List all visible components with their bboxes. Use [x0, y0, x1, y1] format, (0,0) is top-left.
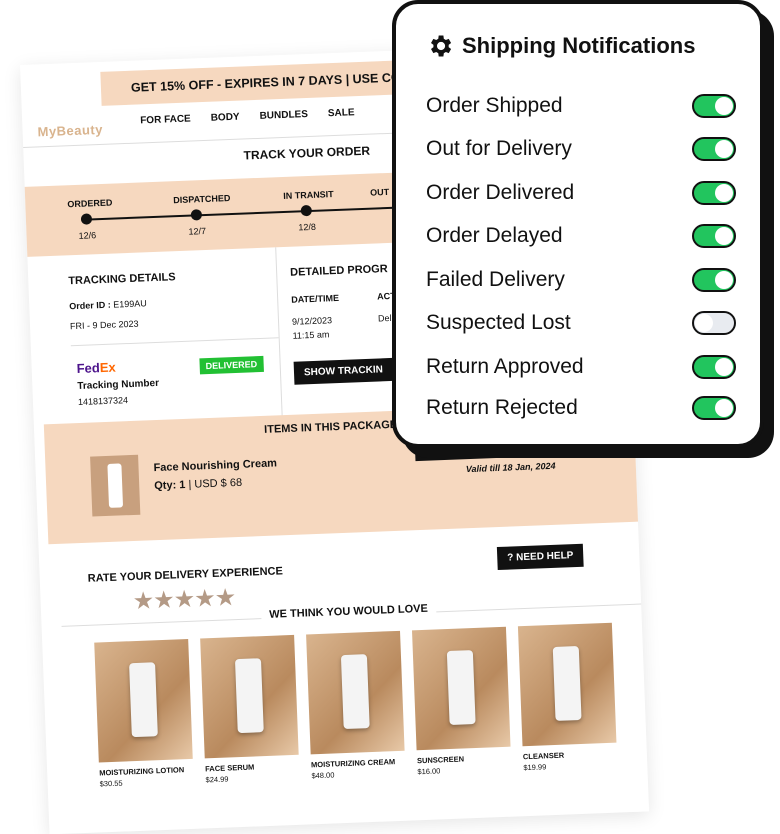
product-card-price: $30.55	[99, 778, 123, 789]
product-image	[94, 638, 193, 763]
product-image	[517, 622, 617, 747]
toggle-knob	[715, 97, 733, 115]
detailed-progress: DETAILED PROGR DATE/TIME ACTI 9/12/2023 …	[289, 263, 398, 341]
return-approved-toggle[interactable]	[692, 355, 736, 379]
order-delayed-toggle[interactable]	[692, 224, 736, 248]
progress-row-date: 9/12/2023	[291, 315, 333, 327]
notification-row-out-for-delivery: Out for Delivery	[426, 133, 736, 165]
order-shipped-toggle[interactable]	[692, 94, 736, 118]
product-qty: Qty: 1	[154, 478, 186, 493]
nav-item-sale[interactable]: SALE	[328, 107, 355, 119]
delivered-badge: DELIVERED	[199, 355, 264, 375]
out-for-delivery-toggle[interactable]	[692, 137, 736, 161]
product-image	[200, 634, 299, 759]
carrier-divider	[70, 337, 279, 347]
notification-row-return-rejected: Return Rejected	[426, 392, 736, 424]
brand-logo[interactable]: MyBeauty	[37, 122, 103, 140]
panel-header: Shipping Notifications	[426, 32, 695, 60]
notification-label: Failed Delivery	[426, 268, 565, 291]
step-date-in-transit: 12/8	[298, 221, 317, 233]
help-icon: ?	[507, 552, 517, 564]
notification-label: Order Shipped	[426, 94, 563, 117]
panel-title: Shipping Notifications	[462, 33, 696, 58]
notification-row-order-delivered: Order Delivered	[426, 177, 736, 209]
nav-item-body[interactable]: BODY	[211, 112, 240, 124]
tracking-number-label: Tracking Number	[77, 377, 160, 393]
detailed-progress-title: DETAILED PROGR	[289, 263, 388, 279]
step-in-transit: IN TRANSIT	[283, 189, 334, 201]
product-card[interactable]: MOISTURIZING CREAM $48.00	[306, 630, 406, 781]
notification-label: Suspected Lost	[426, 311, 571, 334]
notification-label: Return Rejected	[426, 396, 578, 419]
step-dot-in-transit	[300, 204, 313, 217]
rate-title: RATE YOUR DELIVERY EXPERIENCE	[87, 565, 284, 585]
need-help-button[interactable]: ? NEED HELP	[496, 543, 584, 571]
step-dispatched: DISPATCHED	[173, 193, 231, 206]
notification-label: Return Approved	[426, 355, 584, 378]
product-thumbnail	[90, 454, 141, 517]
valid-until: Valid till 18 Jan, 2024	[465, 460, 556, 475]
suspected-lost-toggle[interactable]	[692, 311, 736, 335]
toggle-knob	[695, 314, 713, 332]
tracking-details-title: TRACKING DETAILS	[68, 271, 176, 288]
notification-row-order-delayed: Order Delayed	[426, 220, 736, 252]
items-title: ITEMS IN THIS PACKAGE	[263, 418, 398, 436]
product-name: Face Nourishing Cream	[153, 457, 278, 475]
step-ordered: ORDERED	[67, 197, 113, 210]
toggle-knob	[715, 358, 733, 376]
order-id-line: Order ID : E199AU	[69, 294, 269, 312]
product-card[interactable]: MOISTURIZING LOTION $30.55	[94, 638, 194, 789]
product-image	[411, 626, 511, 751]
fedex-logo: FedEx	[76, 359, 116, 377]
email-nav: FOR FACE BODY BUNDLES SALE	[140, 107, 355, 126]
nav-item-for-face[interactable]: FOR FACE	[140, 113, 191, 126]
product-card[interactable]: FACE SERUM $24.99	[200, 634, 300, 785]
toggle-knob	[715, 227, 733, 245]
tracking-details: TRACKING DETAILS Order ID : E199AU FRI -…	[68, 268, 270, 332]
track-order-title: TRACK YOUR ORDER	[243, 143, 371, 163]
col-datetime: DATE/TIME	[291, 292, 340, 305]
shipping-notifications-panel: Shipping Notifications Order Shipped Out…	[392, 0, 764, 448]
failed-delivery-toggle[interactable]	[692, 268, 736, 292]
notification-row-failed-delivery: Failed Delivery	[426, 264, 736, 296]
notification-label: Order Delayed	[426, 224, 563, 247]
show-tracking-button[interactable]: SHOW TRACKIN	[293, 357, 394, 385]
need-help-label: NEED HELP	[515, 550, 574, 564]
product-card-price: $48.00	[311, 770, 335, 781]
product-card[interactable]: SUNSCREEN $16.00	[411, 626, 512, 777]
return-rejected-toggle[interactable]	[692, 396, 736, 420]
product-card-price: $16.00	[417, 766, 441, 777]
product-image	[306, 630, 405, 755]
notification-label: Order Delivered	[426, 181, 575, 204]
product-qty-price: Qty: 1 | USD $ 68	[154, 477, 242, 492]
progress-row-time: 11:15 am	[292, 329, 330, 341]
toggle-knob	[715, 271, 733, 289]
step-dot-ordered	[80, 213, 93, 225]
notification-row-order-shipped: Order Shipped	[426, 90, 736, 122]
tracking-number[interactable]: 1418137324	[78, 395, 128, 407]
notification-row-return-approved: Return Approved	[426, 351, 736, 383]
toggle-knob	[715, 399, 733, 417]
order-date: FRI - 9 Dec 2023	[69, 318, 139, 332]
product-card[interactable]: CLEANSER $19.99	[517, 622, 618, 773]
toggle-knob	[715, 140, 733, 158]
details-divider	[275, 247, 283, 418]
notification-row-suspected-lost: Suspected Lost	[426, 307, 736, 339]
order-id-label: Order ID :	[69, 299, 111, 312]
recommend-title: WE THINK YOU WOULD LOVE	[261, 602, 437, 622]
rating-stars[interactable]: ★★★★★	[132, 583, 236, 616]
product-price: USD $ 68	[194, 476, 243, 491]
order-id: E199AU	[113, 298, 147, 310]
nav-item-bundles[interactable]: BUNDLES	[259, 109, 308, 122]
step-date-ordered: 12/6	[78, 230, 97, 241]
product-card-price: $19.99	[523, 762, 547, 773]
step-dot-dispatched	[190, 209, 203, 221]
product-card-price: $24.99	[205, 774, 229, 785]
order-delivered-toggle[interactable]	[692, 181, 736, 205]
gear-icon	[431, 35, 452, 57]
step-date-dispatched: 12/7	[188, 225, 207, 237]
notification-label: Out for Delivery	[426, 137, 572, 160]
toggle-knob	[715, 184, 733, 202]
